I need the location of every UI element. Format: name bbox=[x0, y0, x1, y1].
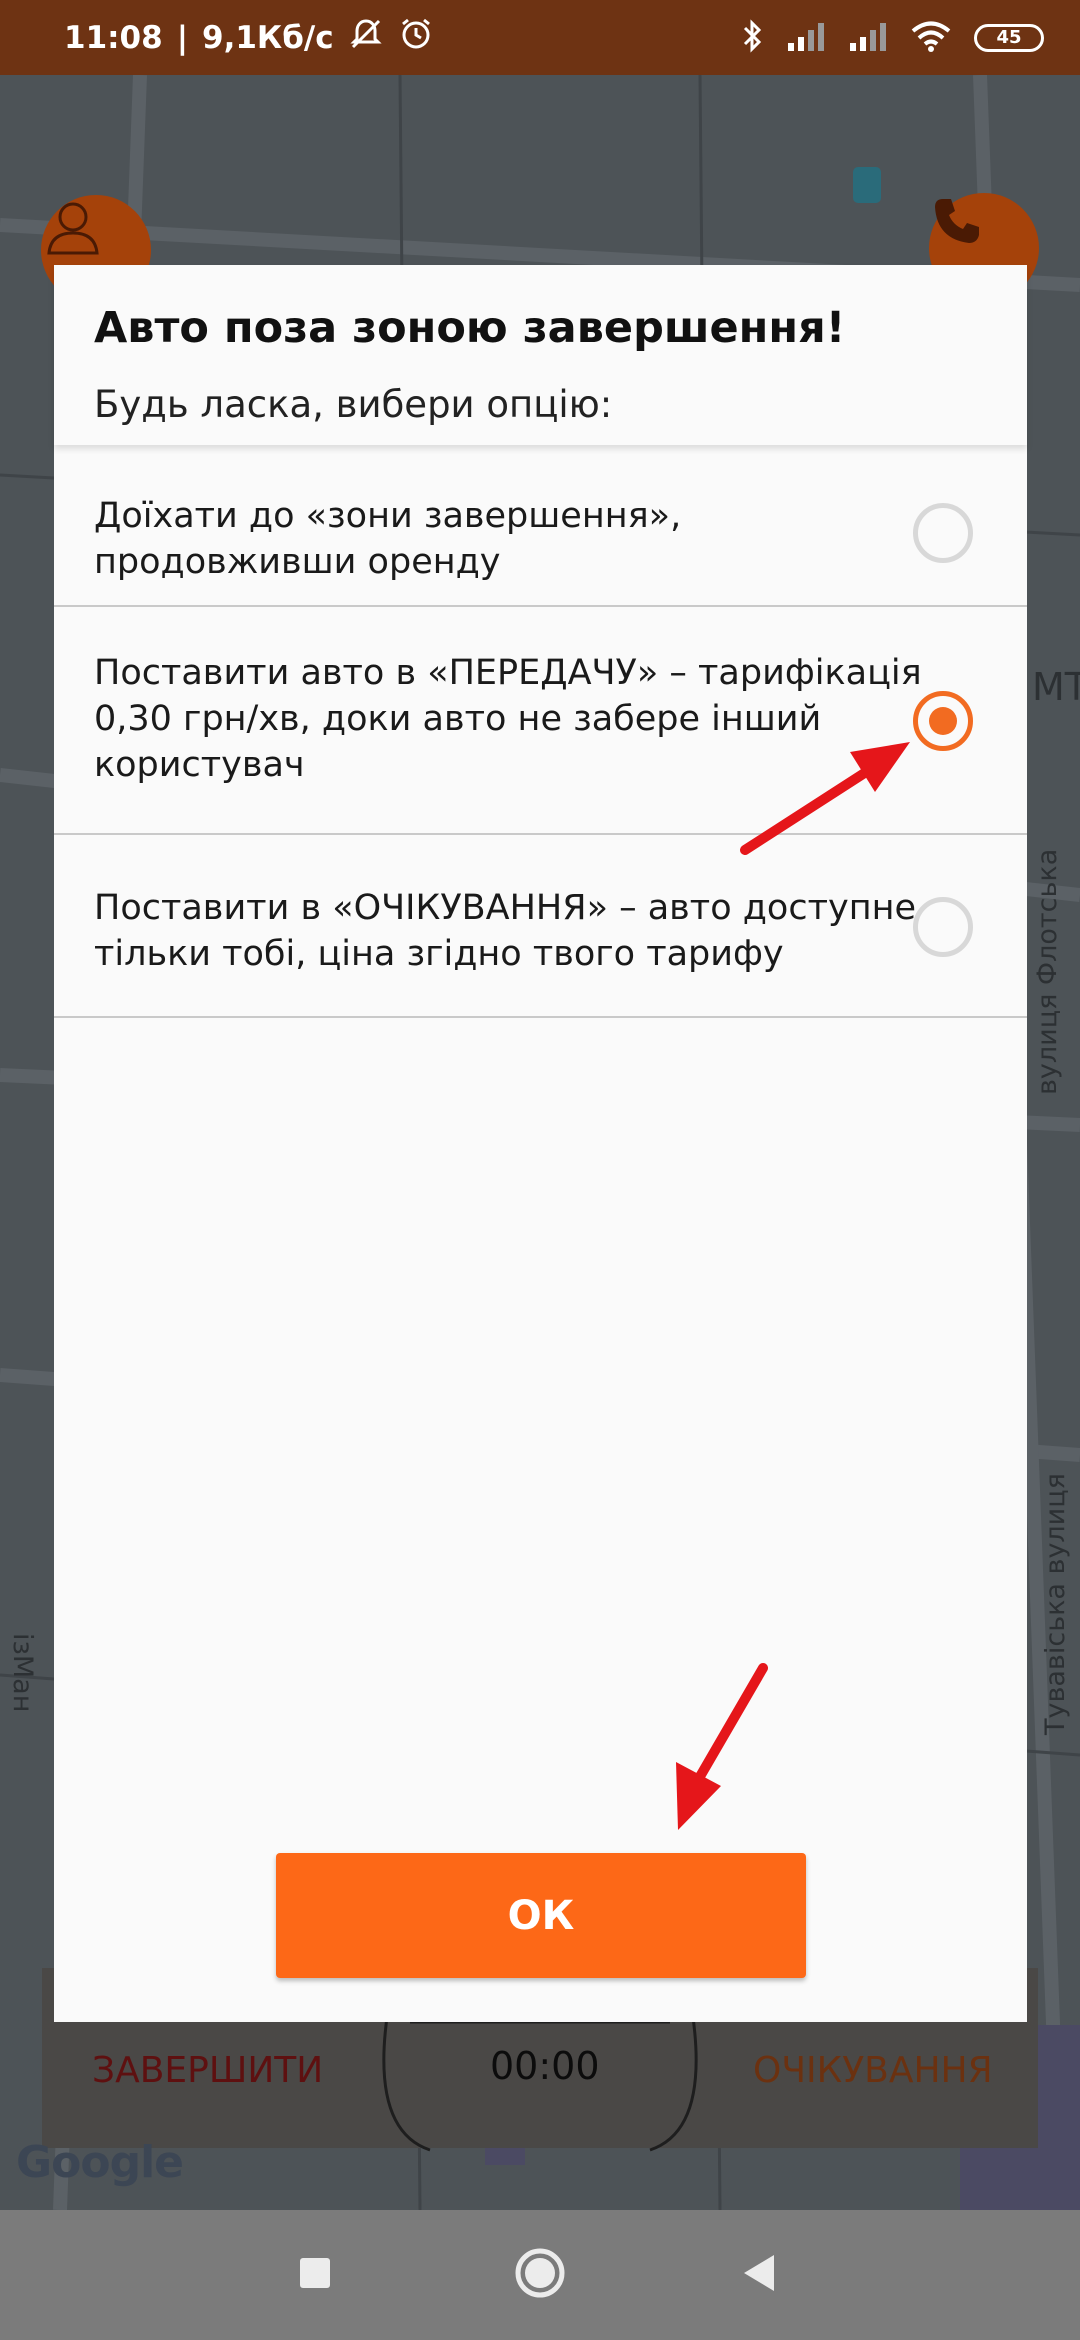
radio-button-selected[interactable] bbox=[913, 691, 973, 751]
option-transfer[interactable]: Поставити авто в «ПЕРЕДАЧУ» – тарифікаці… bbox=[54, 607, 1027, 835]
option-drive-to-zone[interactable]: Доїхати до «зони завершення», продовживш… bbox=[54, 445, 1027, 607]
navigation-bar bbox=[0, 2210, 1080, 2340]
bluetooth-icon bbox=[742, 18, 764, 57]
status-time: 11:08 bbox=[64, 19, 163, 56]
finish-button: ЗАВЕРШИТИ bbox=[92, 2050, 324, 2091]
circle-icon bbox=[514, 2247, 566, 2303]
street-label-right: МТ bbox=[1032, 665, 1080, 709]
street-label-left: ізМан bbox=[7, 1633, 38, 1713]
street-label-1: вулиця Флотська bbox=[1032, 848, 1063, 1095]
triangle-back-icon bbox=[742, 2253, 778, 2297]
radio-button[interactable] bbox=[913, 503, 973, 563]
recents-button[interactable] bbox=[255, 2210, 375, 2340]
square-icon bbox=[298, 2256, 332, 2294]
signal-icon-2 bbox=[848, 21, 888, 55]
signal-icon bbox=[786, 21, 826, 55]
option-label: Поставити в «ОЧІКУВАННЯ» – авто доступне… bbox=[94, 888, 916, 974]
timer-ring bbox=[382, 2009, 698, 2152]
tram-stop-icon bbox=[853, 167, 881, 203]
status-bar: 11:08 | 9,1Кб/с 45 bbox=[0, 0, 1080, 75]
home-button[interactable] bbox=[480, 2210, 600, 2340]
end-zone-dialog: Авто поза зоною завершення! Будь ласка, … bbox=[54, 265, 1027, 2022]
option-waiting[interactable]: Поставити в «ОЧІКУВАННЯ» – авто доступне… bbox=[54, 835, 1027, 1018]
street-label-2: Тувавіська вулиця bbox=[1040, 1473, 1071, 1735]
option-label: Поставити авто в «ПЕРЕДАЧУ» – тарифікаці… bbox=[94, 653, 922, 785]
status-speed: 9,1Кб/с bbox=[202, 19, 334, 56]
dialog-subtitle: Будь ласка, вибери опцію: bbox=[94, 383, 613, 426]
status-left: 11:08 | 9,1Кб/с bbox=[64, 0, 434, 75]
screen: 11:08 | 9,1Кб/с 45 МТ вулиця Флотська Ту… bbox=[0, 0, 1080, 2340]
status-separator: | bbox=[176, 19, 189, 56]
ok-button[interactable]: ОК bbox=[276, 1853, 806, 1978]
dialog-header: Авто поза зоною завершення! Будь ласка, … bbox=[54, 265, 1027, 445]
wifi-icon bbox=[910, 20, 952, 56]
google-logo: Google bbox=[16, 2137, 184, 2188]
alarm-icon bbox=[398, 16, 434, 60]
timer: 00:00 bbox=[490, 2044, 600, 2088]
battery-level: 45 bbox=[996, 27, 1022, 48]
dialog-title: Авто поза зоною завершення! bbox=[94, 303, 846, 353]
mute-notifications-icon bbox=[348, 16, 384, 60]
back-button[interactable] bbox=[700, 2210, 820, 2340]
status-right: 45 bbox=[742, 0, 1044, 75]
wait-button: ОЧІКУВАННЯ bbox=[753, 2050, 993, 2091]
radio-button[interactable] bbox=[913, 897, 973, 957]
battery-icon: 45 bbox=[974, 23, 1044, 52]
option-label: Доїхати до «зони завершення», продовживш… bbox=[94, 496, 682, 582]
